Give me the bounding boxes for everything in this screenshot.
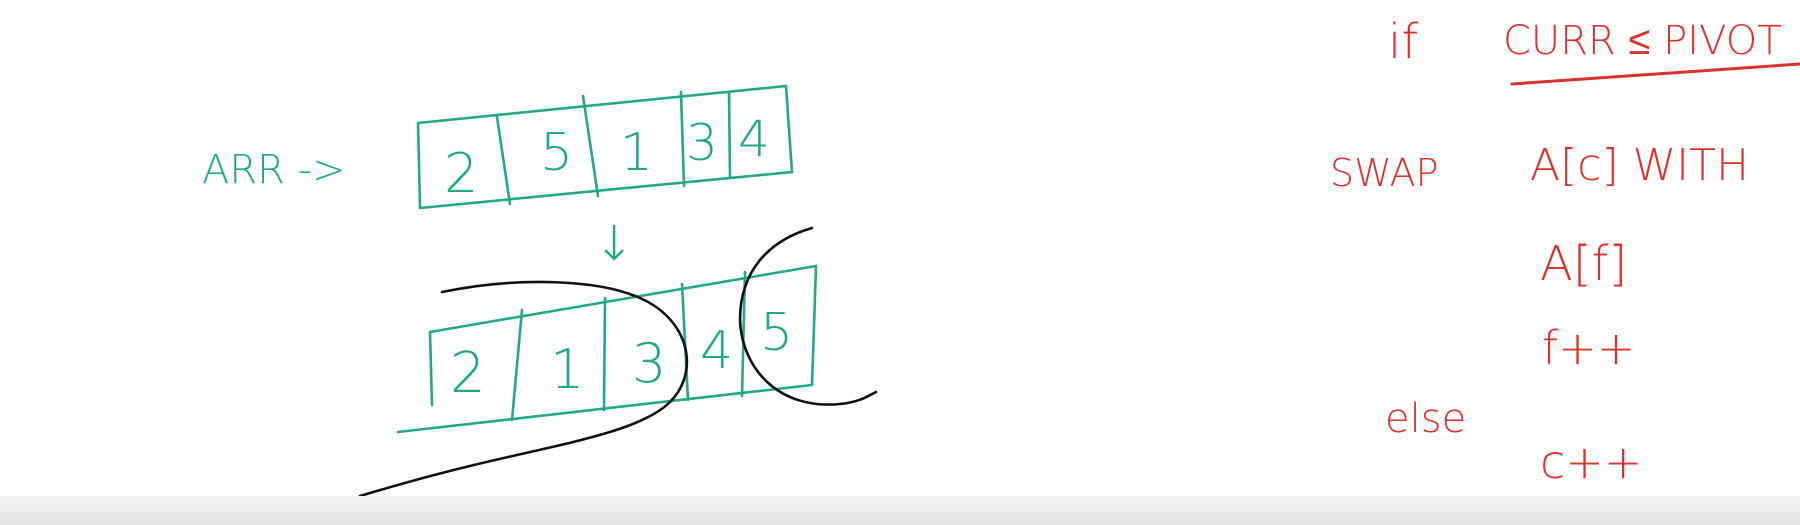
partitioned-array-cell: 3 [632, 332, 666, 395]
video-bottom-shade [0, 496, 1800, 525]
partitioned-array-divider [510, 308, 524, 422]
increment-c: c++ [1540, 435, 1642, 489]
initial-array: 2 5 1 3 4 [416, 84, 794, 210]
partitioned-array-cell: 2 [450, 341, 486, 406]
initial-array-cell: 1 [620, 123, 653, 183]
partitioned-array-cell: 4 [700, 321, 733, 381]
initial-array-cell: 5 [540, 123, 573, 183]
initial-array-divider [727, 90, 732, 180]
swap-keyword: SWAP [1330, 151, 1439, 195]
initial-array-cell: 2 [444, 142, 478, 205]
else-keyword: else [1385, 396, 1466, 442]
array-diagram: ARR -> 2 5 1 3 4 ↓ 2 1 3 4 5 [202, 84, 878, 498]
partitioned-array-cell: 5 [760, 303, 793, 363]
partitioned-array-cell: 1 [550, 338, 584, 401]
partition-pseudocode: if CURR ≤ PIVOT SWAP A[c] WITH A[f] f++ … [1330, 14, 1800, 489]
increment-f: f++ [1542, 321, 1635, 375]
partitioned-array: 2 1 3 4 5 [396, 264, 818, 434]
swap-source: A[f] [1540, 236, 1627, 292]
partitioned-array-divider [428, 330, 434, 407]
initial-array-divider [581, 94, 600, 198]
initial-array-cell: 4 [738, 110, 770, 168]
initial-array-cell: 3 [686, 114, 718, 172]
arr-label: ARR -> [202, 147, 346, 193]
condition-text: CURR ≤ PIVOT [1503, 18, 1782, 64]
partitioned-array-divider [602, 296, 607, 412]
transition-arrow: ↓ [594, 216, 634, 272]
initial-array-divider [679, 90, 686, 188]
swap-target: A[c] WITH [1530, 140, 1749, 191]
initial-array-divider [495, 115, 512, 206]
if-keyword: if [1388, 14, 1418, 70]
condition-underline [1510, 62, 1800, 86]
whiteboard: ARR -> 2 5 1 3 4 ↓ 2 1 3 4 5 if CURR ≤ P… [202, 14, 1800, 498]
